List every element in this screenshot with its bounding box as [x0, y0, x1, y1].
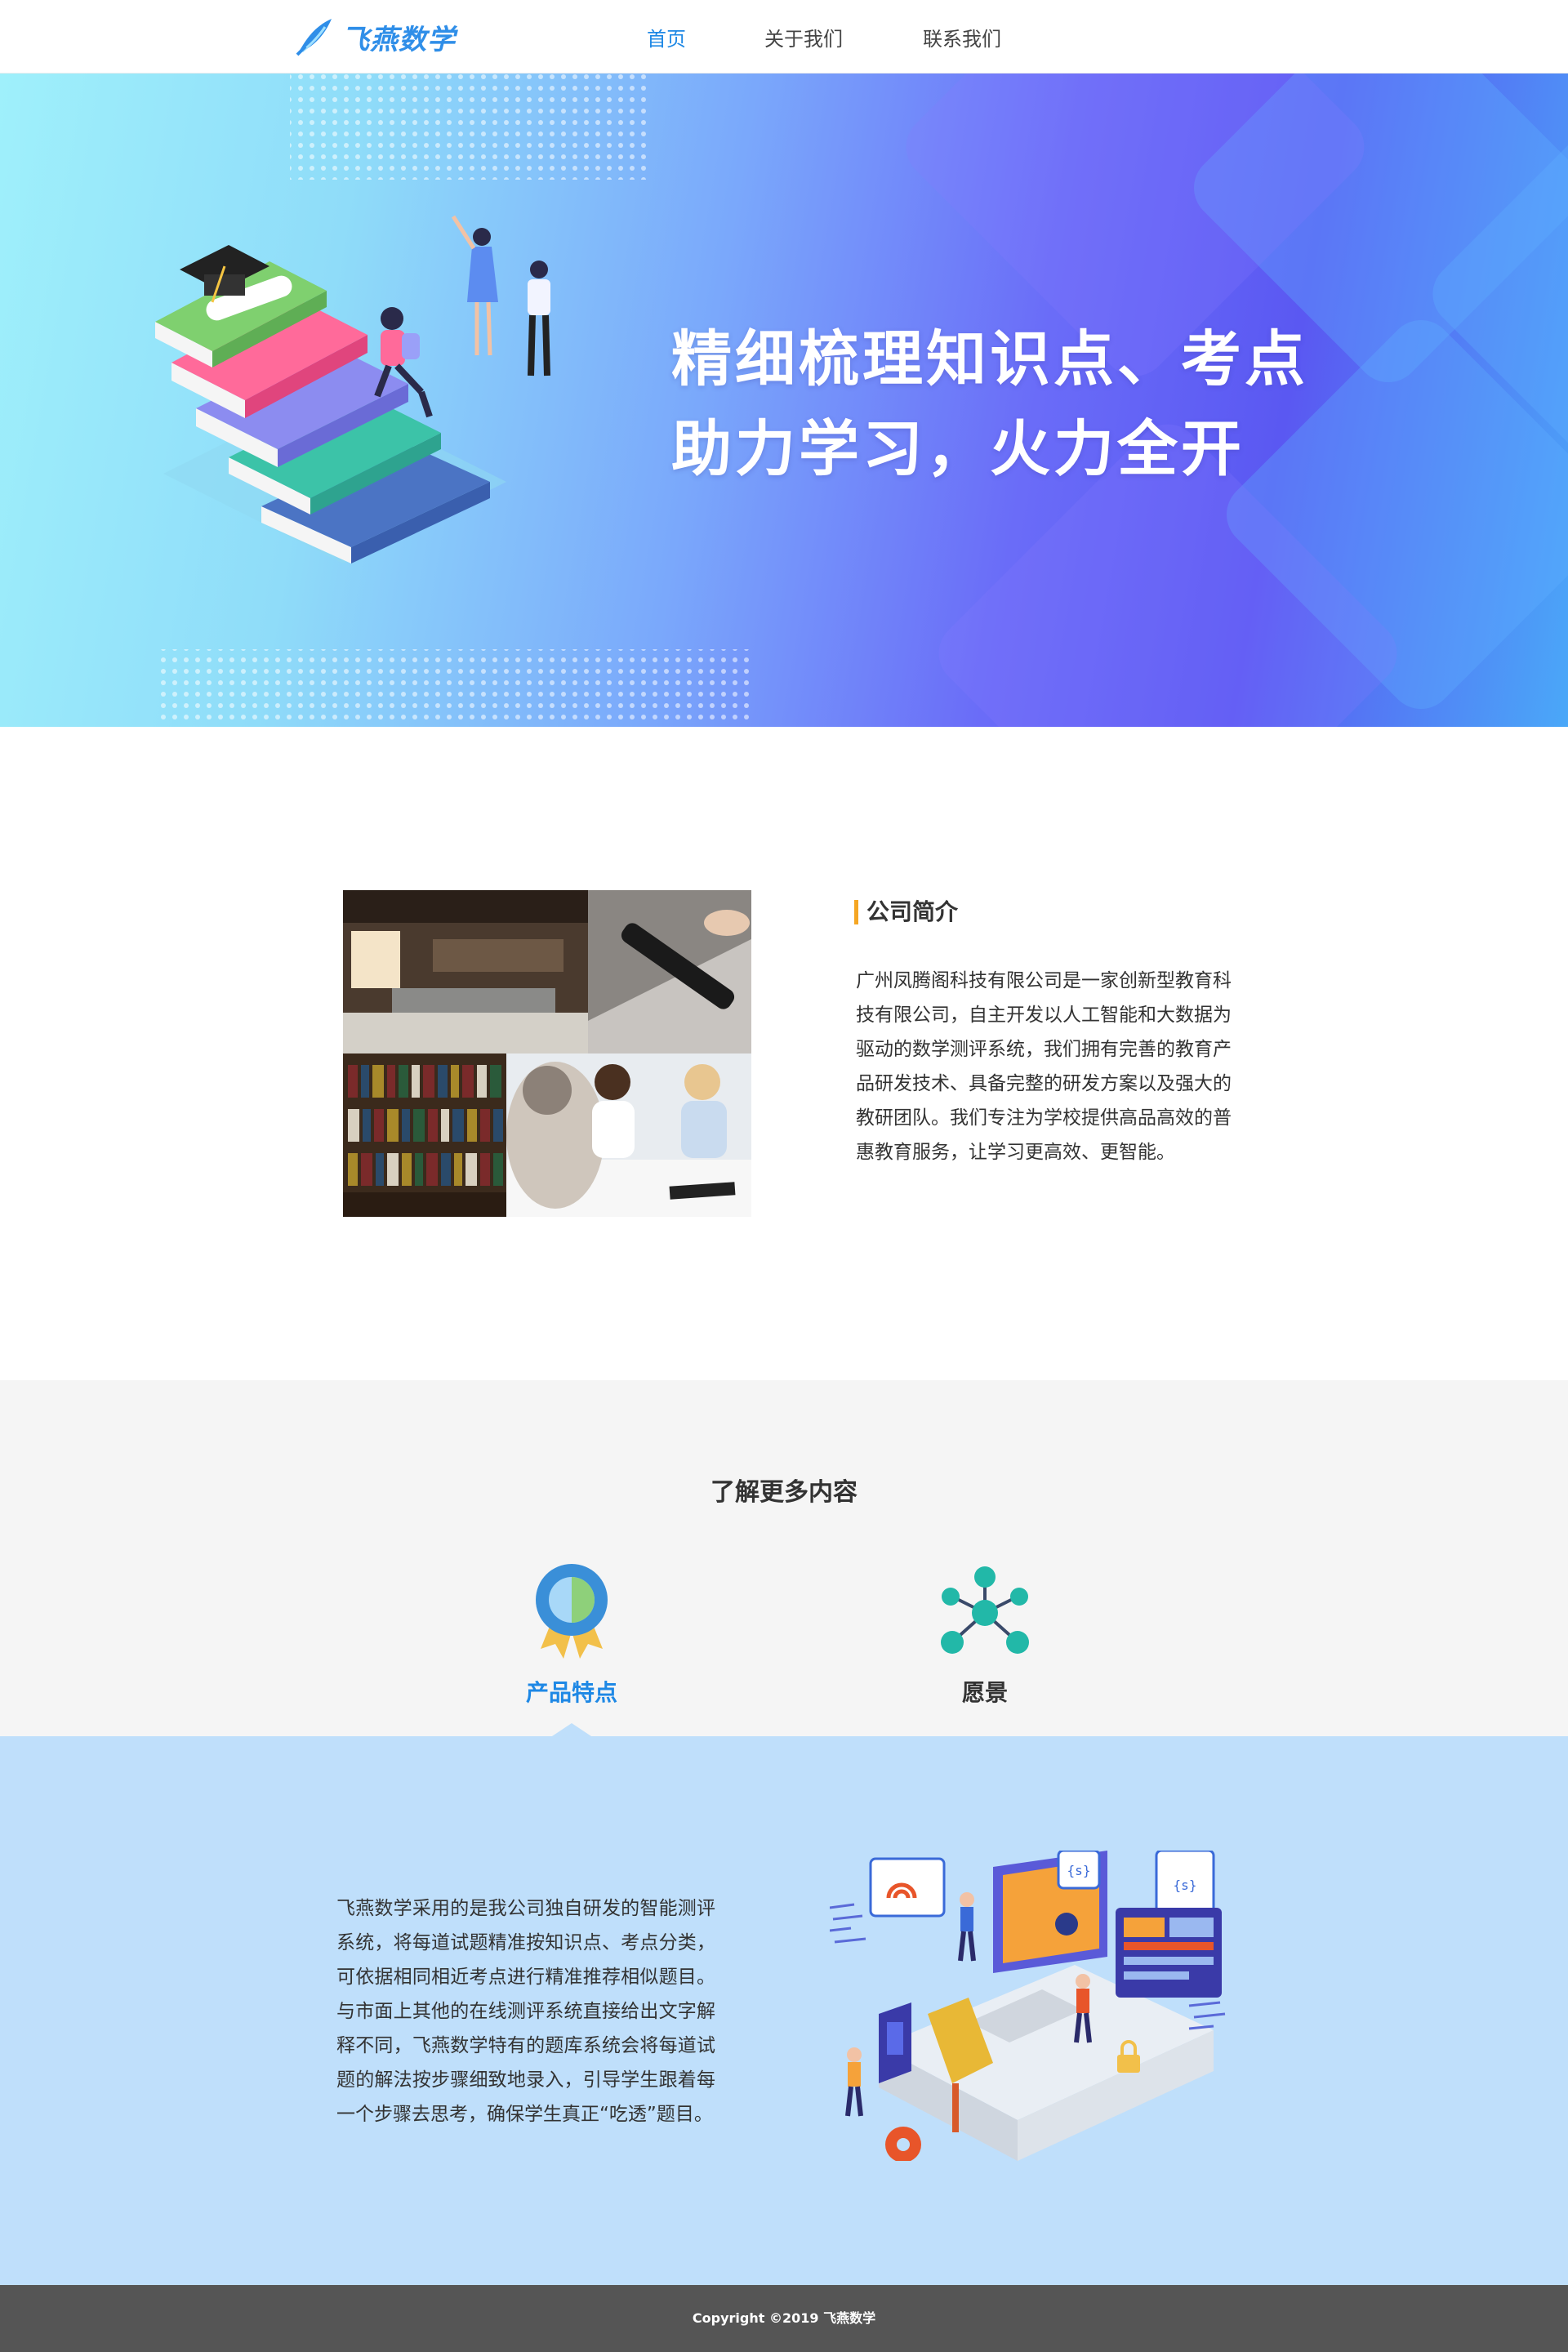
book-stairs-illustration	[155, 215, 550, 564]
tab-product-features-label: 产品特点	[525, 1679, 617, 1706]
logo[interactable]: 飞燕数学	[294, 13, 456, 60]
tab-vision[interactable]: 愿景	[903, 1564, 1067, 1708]
swallow-logo-icon	[296, 19, 332, 56]
nav-link-about[interactable]: 关于我们	[764, 23, 843, 51]
hero-headline-line1: 精细梳理知识点、考点	[671, 324, 1308, 394]
product-features-text: 飞燕数学采用的是我公司独自研发的智能测评系统，将每道试题精准按知识点、考点分类，…	[336, 1898, 715, 2125]
footer: Copyright ©2019 飞燕数学	[0, 2285, 1568, 2352]
svg-text:{s}: {s}	[1174, 1878, 1197, 1893]
logo-text: 飞燕数学	[341, 23, 456, 56]
tab-vision-label: 愿景	[961, 1679, 1008, 1706]
learn-more-section: 了解更多内容 产品特点 愿景	[0, 1380, 1568, 1736]
nav-link-contact[interactable]: 联系我们	[923, 23, 1001, 51]
network-nodes-icon	[941, 1566, 1029, 1654]
company-intro-text: 广州凤腾阁科技有限公司是一家创新型教育科技有限公司，自主开发以人工智能和大数据为…	[856, 970, 1232, 1163]
company-intro-section: 公司简介 广州凤腾阁科技有限公司是一家创新型教育科技有限公司，自主开发以人工智能…	[0, 727, 1568, 1380]
company-photo-collage	[343, 890, 751, 1217]
svg-text:{s}: {s}	[1067, 1863, 1091, 1878]
company-intro-heading: 公司简介	[854, 900, 958, 924]
award-medal-icon	[536, 1564, 608, 1659]
workstation-illustration: {s} {s}	[830, 1851, 1226, 2161]
nav-link-home[interactable]: 首页	[647, 23, 686, 51]
footer-copyright: Copyright ©2019 飞燕数学	[692, 2310, 876, 2326]
hero-headline-line2: 助力学习，火力全开	[671, 414, 1245, 484]
product-features-panel: 飞燕数学采用的是我公司独自研发的智能测评系统，将每道试题精准按知识点、考点分类，…	[0, 1723, 1568, 2285]
active-tab-indicator	[552, 1723, 591, 1736]
hero-banner: 精细梳理知识点、考点 助力学习，火力全开	[0, 74, 1568, 727]
learn-more-title: 了解更多内容	[710, 1478, 858, 1507]
hero-headline: 精细梳理知识点、考点 助力学习，火力全开	[671, 314, 1308, 494]
tab-product-features[interactable]: 产品特点	[490, 1564, 653, 1708]
top-navbar: 飞燕数学 首页 关于我们 联系我们	[0, 0, 1568, 74]
